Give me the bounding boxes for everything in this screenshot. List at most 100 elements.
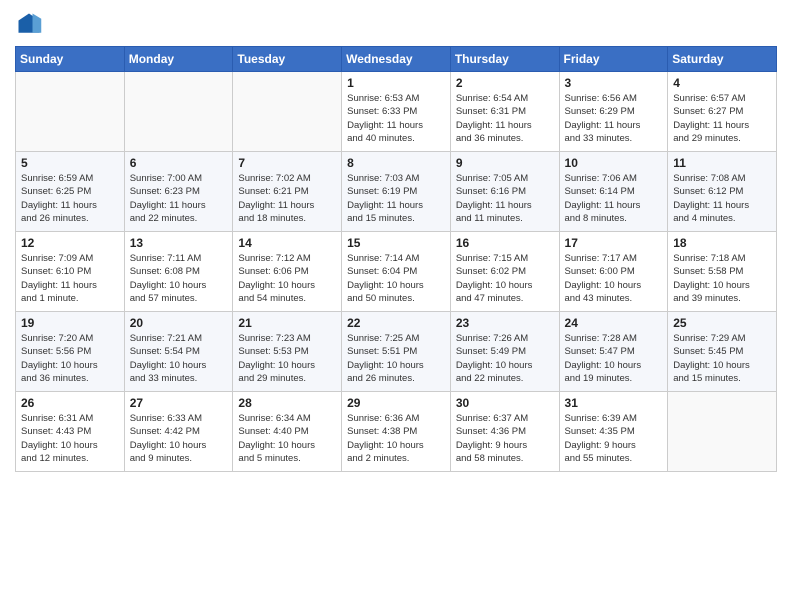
day-number: 17 xyxy=(565,236,663,250)
day-detail: Sunrise: 7:23 AM Sunset: 5:53 PM Dayligh… xyxy=(238,332,336,385)
day-detail: Sunrise: 7:17 AM Sunset: 6:00 PM Dayligh… xyxy=(565,252,663,305)
day-detail: Sunrise: 7:28 AM Sunset: 5:47 PM Dayligh… xyxy=(565,332,663,385)
calendar-cell xyxy=(16,72,125,152)
calendar-cell: 9Sunrise: 7:05 AM Sunset: 6:16 PM Daylig… xyxy=(450,152,559,232)
calendar-cell xyxy=(668,392,777,472)
calendar-cell: 19 Sunrise: 7:20 AM Sunset: 5:56 PM Dayli… xyxy=(16,312,125,392)
calendar-cell: 26 Sunrise: 6:31 AM Sunset: 4:43 PM Dayli… xyxy=(16,392,125,472)
day-number: 25 xyxy=(673,316,771,330)
calendar-cell: 18Sunrise: 7:18 AM Sunset: 5:58 PM Dayli… xyxy=(668,232,777,312)
day-detail: Sunrise: 7:21 AM Sunset: 5:54 PM Dayligh… xyxy=(130,332,228,385)
calendar-cell: 7Sunrise: 7:02 AM Sunset: 6:21 PM Daylig… xyxy=(233,152,342,232)
day-number: 8 xyxy=(347,156,445,170)
column-header-tuesday: Tuesday xyxy=(233,47,342,72)
day-detail: Sunrise: 7:12 AM Sunset: 6:06 PM Dayligh… xyxy=(238,252,336,305)
column-header-sunday: Sunday xyxy=(16,47,125,72)
day-number: 11 xyxy=(673,156,771,170)
day-number: 27 xyxy=(130,396,228,410)
day-number: 23 xyxy=(456,316,554,330)
day-number: 30 xyxy=(456,396,554,410)
day-detail: Sunrise: 7:14 AM Sunset: 6:04 PM Dayligh… xyxy=(347,252,445,305)
calendar-cell: 11 Sunrise: 7:08 AM Sunset: 6:12 PM Dayli… xyxy=(668,152,777,232)
day-detail: Sunrise: 6:59 AM Sunset: 6:25 PM Dayligh… xyxy=(21,172,119,225)
calendar-cell: 28 Sunrise: 6:34 AM Sunset: 4:40 PM Dayli… xyxy=(233,392,342,472)
day-detail: Sunrise: 7:09 AM Sunset: 6:10 PM Dayligh… xyxy=(21,252,119,305)
day-number: 26 xyxy=(21,396,119,410)
day-number: 12 xyxy=(21,236,119,250)
day-detail: Sunrise: 7:03 AM Sunset: 6:19 PM Dayligh… xyxy=(347,172,445,225)
day-number: 10 xyxy=(565,156,663,170)
calendar-cell: 10Sunrise: 7:06 AM Sunset: 6:14 PM Dayli… xyxy=(559,152,668,232)
day-number: 29 xyxy=(347,396,445,410)
day-detail: Sunrise: 6:56 AM Sunset: 6:29 PM Dayligh… xyxy=(565,92,663,145)
day-number: 9 xyxy=(456,156,554,170)
day-detail: Sunrise: 7:08 AM Sunset: 6:12 PM Dayligh… xyxy=(673,172,771,225)
day-number: 19 xyxy=(21,316,119,330)
day-number: 1 xyxy=(347,76,445,90)
day-number: 20 xyxy=(130,316,228,330)
calendar-cell: 20 Sunrise: 7:21 AM Sunset: 5:54 PM Dayli… xyxy=(124,312,233,392)
calendar-cell: 23Sunrise: 7:26 AM Sunset: 5:49 PM Dayli… xyxy=(450,312,559,392)
calendar-cell: 6 Sunrise: 7:00 AM Sunset: 6:23 PM Daylig… xyxy=(124,152,233,232)
day-detail: Sunrise: 6:54 AM Sunset: 6:31 PM Dayligh… xyxy=(456,92,554,145)
day-detail: Sunrise: 7:18 AM Sunset: 5:58 PM Dayligh… xyxy=(673,252,771,305)
calendar-cell: 1Sunrise: 6:53 AM Sunset: 6:33 PM Daylig… xyxy=(342,72,451,152)
column-header-thursday: Thursday xyxy=(450,47,559,72)
day-detail: Sunrise: 6:39 AM Sunset: 4:35 PM Dayligh… xyxy=(565,412,663,465)
logo-icon xyxy=(15,10,43,38)
calendar-week-5: 26 Sunrise: 6:31 AM Sunset: 4:43 PM Dayli… xyxy=(16,392,777,472)
calendar-cell: 27 Sunrise: 6:33 AM Sunset: 4:42 PM Dayli… xyxy=(124,392,233,472)
day-number: 16 xyxy=(456,236,554,250)
calendar-cell xyxy=(233,72,342,152)
calendar-cell: 12 Sunrise: 7:09 AM Sunset: 6:10 PM Dayli… xyxy=(16,232,125,312)
day-detail: Sunrise: 6:34 AM Sunset: 4:40 PM Dayligh… xyxy=(238,412,336,465)
calendar-week-1: 1Sunrise: 6:53 AM Sunset: 6:33 PM Daylig… xyxy=(16,72,777,152)
day-number: 31 xyxy=(565,396,663,410)
day-detail: Sunrise: 6:57 AM Sunset: 6:27 PM Dayligh… xyxy=(673,92,771,145)
calendar-week-4: 19 Sunrise: 7:20 AM Sunset: 5:56 PM Dayli… xyxy=(16,312,777,392)
calendar-cell: 8 Sunrise: 7:03 AM Sunset: 6:19 PM Daylig… xyxy=(342,152,451,232)
day-number: 4 xyxy=(673,76,771,90)
calendar-cell: 16 Sunrise: 7:15 AM Sunset: 6:02 PM Dayli… xyxy=(450,232,559,312)
day-detail: Sunrise: 7:15 AM Sunset: 6:02 PM Dayligh… xyxy=(456,252,554,305)
calendar-week-2: 5 Sunrise: 6:59 AM Sunset: 6:25 PM Daylig… xyxy=(16,152,777,232)
calendar-table: SundayMondayTuesdayWednesdayThursdayFrid… xyxy=(15,46,777,472)
calendar-cell: 3 Sunrise: 6:56 AM Sunset: 6:29 PM Daylig… xyxy=(559,72,668,152)
day-number: 13 xyxy=(130,236,228,250)
page-header xyxy=(15,10,777,38)
day-number: 7 xyxy=(238,156,336,170)
calendar-cell: 25 Sunrise: 7:29 AM Sunset: 5:45 PM Dayli… xyxy=(668,312,777,392)
day-number: 3 xyxy=(565,76,663,90)
calendar-cell: 14 Sunrise: 7:12 AM Sunset: 6:06 PM Dayli… xyxy=(233,232,342,312)
day-detail: Sunrise: 7:11 AM Sunset: 6:08 PM Dayligh… xyxy=(130,252,228,305)
day-number: 28 xyxy=(238,396,336,410)
calendar-cell: 2Sunrise: 6:54 AM Sunset: 6:31 PM Daylig… xyxy=(450,72,559,152)
day-number: 22 xyxy=(347,316,445,330)
day-detail: Sunrise: 7:25 AM Sunset: 5:51 PM Dayligh… xyxy=(347,332,445,385)
day-number: 21 xyxy=(238,316,336,330)
calendar-cell: 22 Sunrise: 7:25 AM Sunset: 5:51 PM Dayli… xyxy=(342,312,451,392)
day-number: 14 xyxy=(238,236,336,250)
day-detail: Sunrise: 7:29 AM Sunset: 5:45 PM Dayligh… xyxy=(673,332,771,385)
day-detail: Sunrise: 7:20 AM Sunset: 5:56 PM Dayligh… xyxy=(21,332,119,385)
calendar-cell: 30 Sunrise: 6:37 AM Sunset: 4:36 PM Dayli… xyxy=(450,392,559,472)
calendar-cell: 5 Sunrise: 6:59 AM Sunset: 6:25 PM Daylig… xyxy=(16,152,125,232)
column-header-saturday: Saturday xyxy=(668,47,777,72)
day-detail: Sunrise: 7:00 AM Sunset: 6:23 PM Dayligh… xyxy=(130,172,228,225)
calendar-cell: 13 Sunrise: 7:11 AM Sunset: 6:08 PM Dayli… xyxy=(124,232,233,312)
day-detail: Sunrise: 6:33 AM Sunset: 4:42 PM Dayligh… xyxy=(130,412,228,465)
calendar-cell: 24Sunrise: 7:28 AM Sunset: 5:47 PM Dayli… xyxy=(559,312,668,392)
day-detail: Sunrise: 6:37 AM Sunset: 4:36 PM Dayligh… xyxy=(456,412,554,465)
calendar-cell: 29 Sunrise: 6:36 AM Sunset: 4:38 PM Dayli… xyxy=(342,392,451,472)
day-detail: Sunrise: 6:36 AM Sunset: 4:38 PM Dayligh… xyxy=(347,412,445,465)
day-number: 15 xyxy=(347,236,445,250)
calendar-header-row: SundayMondayTuesdayWednesdayThursdayFrid… xyxy=(16,47,777,72)
day-detail: Sunrise: 6:31 AM Sunset: 4:43 PM Dayligh… xyxy=(21,412,119,465)
calendar-cell: 4 Sunrise: 6:57 AM Sunset: 6:27 PM Daylig… xyxy=(668,72,777,152)
day-number: 6 xyxy=(130,156,228,170)
calendar-cell: 31 Sunrise: 6:39 AM Sunset: 4:35 PM Dayli… xyxy=(559,392,668,472)
calendar-cell: 15 Sunrise: 7:14 AM Sunset: 6:04 PM Dayli… xyxy=(342,232,451,312)
column-header-monday: Monday xyxy=(124,47,233,72)
day-number: 5 xyxy=(21,156,119,170)
column-header-wednesday: Wednesday xyxy=(342,47,451,72)
